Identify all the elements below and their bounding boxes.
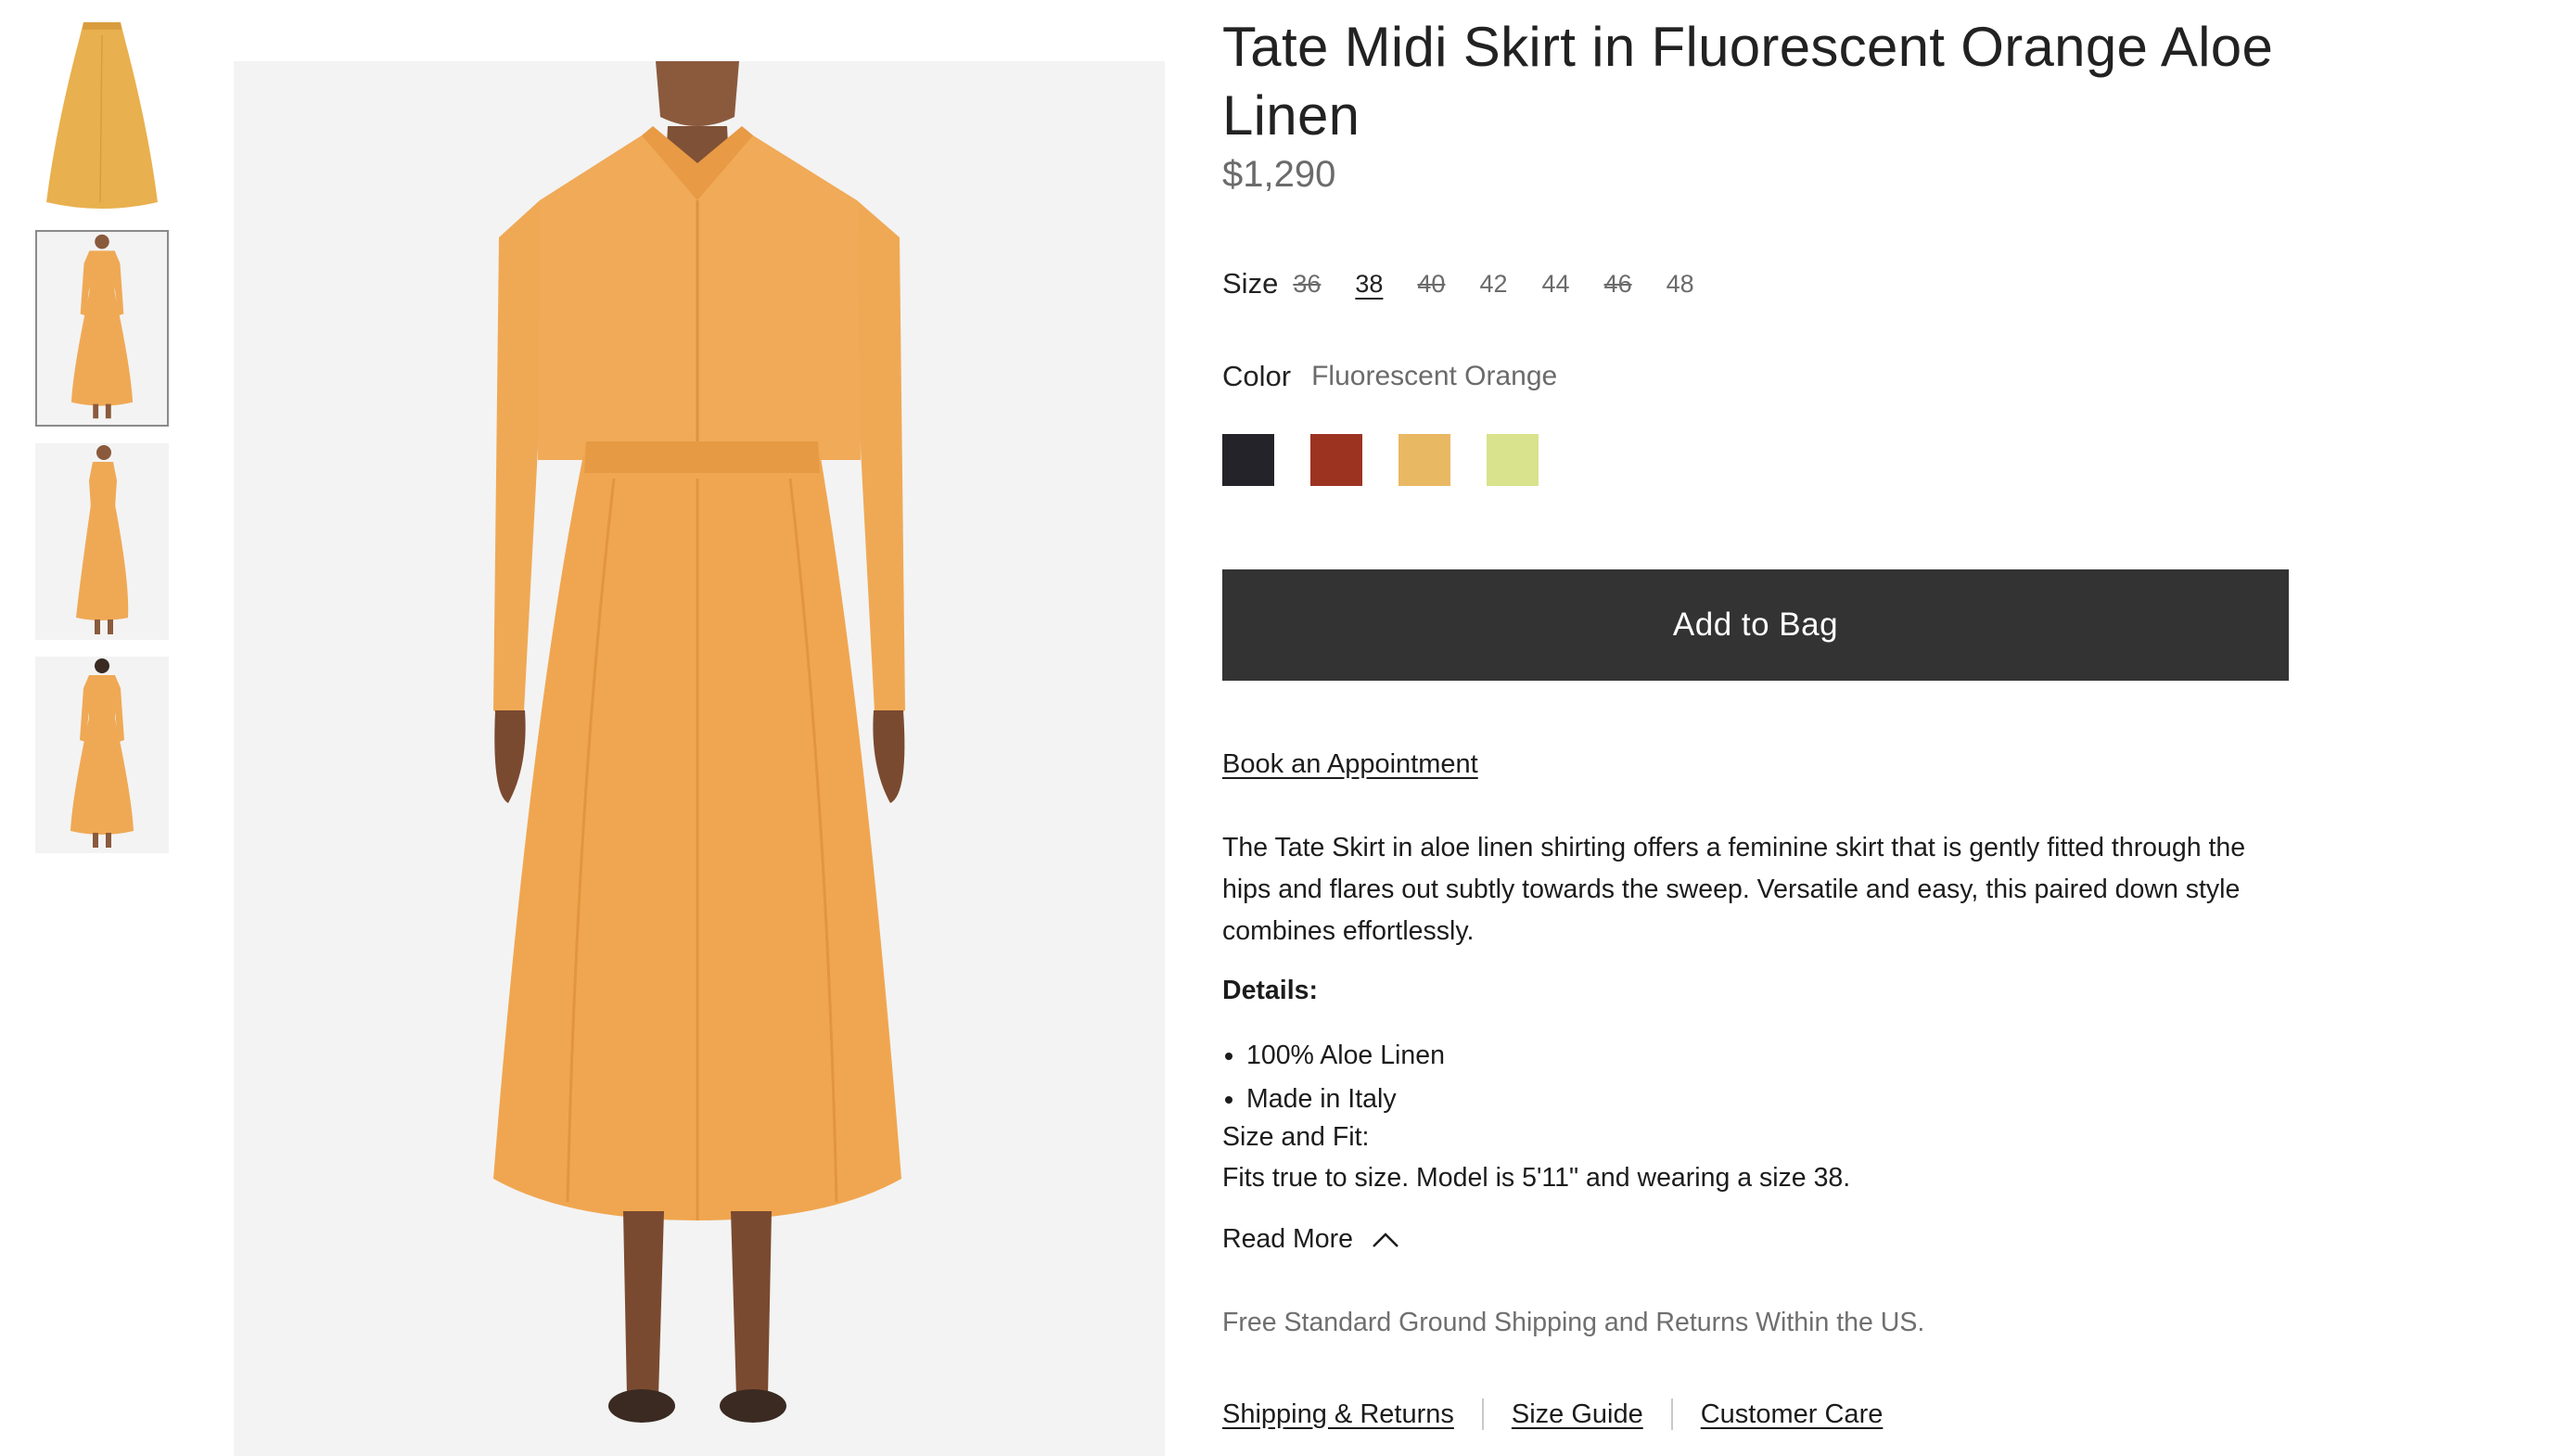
color-label: Color [1222,360,1292,392]
size-option-46[interactable]: 46 [1604,270,1632,299]
book-appointment-link[interactable]: Book an Appointment [1222,749,1478,780]
size-fit-heading: Size and Fit: [1222,1122,1370,1152]
divider [1670,1399,1673,1430]
size-option-44[interactable]: 44 [1542,270,1570,299]
color-swatch-black[interactable] [1222,434,1274,486]
color-selector: Color Fluorescent Orange [1222,360,1557,393]
thumbnail-model-side[interactable] [35,443,169,640]
product-price: $1,290 [1222,154,1336,195]
size-label: Size [1222,267,1279,300]
color-swatches [1222,434,1575,486]
product-title: Tate Midi Skirt in Fluorescent Orange Al… [1222,16,2274,147]
info-links: Shipping & Returns Size Guide Customer C… [1222,1399,1883,1430]
shipping-returns-link[interactable]: Shipping & Returns [1222,1399,1454,1430]
color-swatch-rust[interactable] [1310,434,1362,486]
model-side-image [35,443,169,640]
chevron-up-icon [1373,1232,1398,1247]
thumbnail-model-back[interactable] [35,657,169,853]
skirt-image [46,22,158,209]
main-product-image[interactable] [234,61,1165,1456]
read-more-toggle[interactable]: Read More [1222,1224,1399,1255]
thumbnail-model-front[interactable] [35,230,169,427]
details-item: Made in Italy [1246,1078,1445,1121]
color-swatch-lime[interactable] [1487,434,1539,486]
model-wearing-skirt-image [234,61,1165,1456]
color-swatch-orange[interactable] [1398,434,1450,486]
size-option-48[interactable]: 48 [1667,270,1694,299]
model-front-image [37,232,167,425]
selected-color-name: Fluorescent Orange [1311,361,1558,391]
add-to-bag-button[interactable]: Add to Bag [1222,569,2289,681]
details-heading: Details: [1222,976,1318,1005]
size-option-40[interactable]: 40 [1417,270,1445,299]
divider [1481,1399,1484,1430]
size-guide-link[interactable]: Size Guide [1512,1399,1643,1430]
product-description: The Tate Skirt in aloe linen shirting of… [1222,833,2246,946]
details-item: 100% Aloe Linen [1246,1034,1445,1078]
read-more-label: Read More [1222,1224,1353,1254]
size-selector: Size 36 38 40 42 44 46 48 [1222,265,1729,302]
model-back-image [35,657,169,853]
size-option-36[interactable]: 36 [1293,270,1321,299]
size-option-42[interactable]: 42 [1479,270,1507,299]
size-fit-text: Fits true to size. Model is 5'11" and we… [1222,1163,1851,1193]
thumbnail-skirt-flat[interactable] [35,17,169,213]
customer-care-link[interactable]: Customer Care [1701,1399,1884,1430]
size-option-38[interactable]: 38 [1355,270,1383,299]
shipping-note: Free Standard Ground Shipping and Return… [1222,1308,1925,1337]
details-list: 100% Aloe Linen Made in Italy [1222,1034,1445,1121]
